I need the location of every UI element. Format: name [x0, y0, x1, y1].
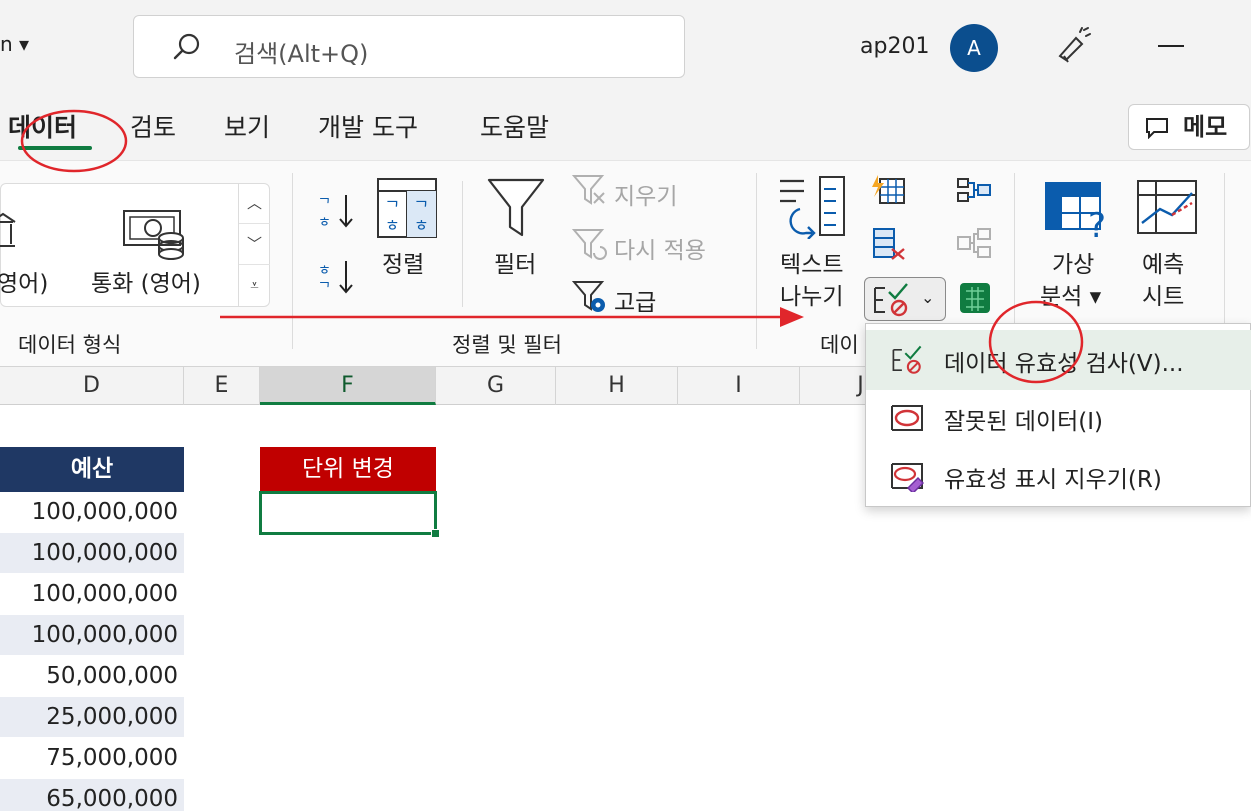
table-row[interactable]: 25,000,000: [0, 697, 184, 738]
table-row[interactable]: 100,000,000: [0, 615, 184, 656]
clear-filter-label: 지우기: [614, 184, 678, 210]
avatar[interactable]: A: [950, 24, 998, 72]
gallery-down-icon[interactable]: ﹀: [239, 224, 270, 265]
data-types-gallery[interactable]: 영어) 통화 (영어): [0, 183, 270, 307]
comment-icon: [1146, 118, 1168, 139]
data-model-icon[interactable]: [958, 279, 992, 315]
title-bar: n ▾ 검색(Alt+Q) ap201 A: [0, 0, 1251, 96]
text-to-columns-label-line2[interactable]: 나누기: [780, 277, 843, 311]
unit-change-header-cell[interactable]: 단위 변경: [260, 447, 436, 491]
table-row[interactable]: 65,000,000: [0, 779, 184, 811]
table-row[interactable]: 100,000,000: [0, 492, 184, 533]
group-label-data-tools: 데이: [820, 333, 859, 357]
consolidate-icon[interactable]: [956, 175, 992, 205]
what-if-label-line1[interactable]: 가상: [1052, 245, 1094, 279]
forecast-sheet-label-line2[interactable]: 시트: [1142, 277, 1184, 311]
column-header-f[interactable]: F: [260, 367, 436, 405]
sort-ascending-icon[interactable]: ᄀ ㅎ: [316, 191, 356, 231]
custom-sort-icon[interactable]: ᄀ ㅎ ᄀ ㅎ: [376, 177, 438, 239]
user-name[interactable]: ap201: [860, 34, 929, 59]
separator: [462, 181, 463, 307]
svg-text:ㅎ: ㅎ: [385, 216, 400, 235]
remove-duplicates-icon[interactable]: [870, 225, 906, 261]
active-tab-indicator: [18, 146, 92, 150]
column-header-i[interactable]: I: [678, 367, 800, 405]
clear-circles-icon: [891, 463, 924, 492]
circle-invalid-icon: [891, 405, 923, 431]
sort-descending-icon[interactable]: ㅎ ᄀ: [316, 257, 356, 297]
table-row[interactable]: 50,000,000: [0, 656, 184, 697]
svg-text:ᄀ: ᄀ: [385, 198, 400, 217]
column-header-d[interactable]: D: [0, 367, 184, 405]
text-to-columns-label-line1[interactable]: 텍스트: [780, 245, 843, 279]
advanced-filter-label[interactable]: 고급: [614, 283, 656, 317]
svg-text:ᄀ: ᄀ: [414, 198, 429, 217]
tab-data[interactable]: 데이터: [8, 108, 77, 144]
budget-header-cell[interactable]: 예산: [0, 447, 184, 492]
reapply-filter-icon: [572, 229, 607, 260]
table-row[interactable]: 75,000,000: [0, 738, 184, 779]
svg-text:ᄀ: ᄀ: [318, 197, 331, 213]
gallery-more-icon[interactable]: ⩡: [239, 265, 270, 306]
menu-item-clear-validation-circles[interactable]: 유효성 표시 지우기(R): [866, 446, 1251, 506]
forecast-sheet-icon[interactable]: [1136, 179, 1198, 237]
data-validation-icon: [874, 283, 908, 317]
menu-item-label: 유효성 표시 지우기(R): [944, 467, 1162, 493]
svg-text:?: ?: [1088, 206, 1106, 241]
reapply-filter-label: 다시 적용: [614, 238, 706, 264]
table-row[interactable]: 100,000,000: [0, 533, 184, 574]
table-row[interactable]: 100,000,000: [0, 574, 184, 615]
active-cell[interactable]: [259, 491, 440, 538]
gallery-scrollbar[interactable]: ︿ ﹀ ⩡: [238, 183, 270, 307]
data-type-partial-label: 영어): [0, 271, 49, 297]
what-if-label-line2[interactable]: 분석 ▾: [1040, 277, 1101, 311]
clear-filter-icon: [572, 175, 605, 205]
advanced-filter-icon[interactable]: [572, 279, 608, 315]
tab-help[interactable]: 도움말: [480, 108, 549, 144]
gallery-up-icon[interactable]: ︿: [239, 183, 270, 224]
ribbon-tabs: 데이터 검토 보기 개발 도구 도움말: [0, 96, 1251, 160]
menu-item-data-validation[interactable]: 데이터 유효성 검사(V)...: [866, 330, 1251, 390]
what-if-analysis-icon[interactable]: ?: [1044, 181, 1112, 241]
feedback-megaphone-icon[interactable]: [1052, 26, 1092, 66]
column-header-g[interactable]: G: [436, 367, 556, 405]
account-dropdown[interactable]: n ▾: [0, 32, 29, 56]
column-header-e[interactable]: E: [184, 367, 260, 405]
text-to-columns-icon[interactable]: [778, 175, 848, 239]
forecast-sheet-label-line1[interactable]: 예측: [1142, 245, 1184, 279]
menu-item-label: 잘못된 데이터(I): [944, 409, 1104, 435]
svg-text:ㅎ: ㅎ: [414, 216, 429, 235]
group-label-sort-filter: 정렬 및 필터: [452, 333, 562, 357]
group-label-data-types: 데이터 형식: [18, 333, 122, 357]
svg-text:ᄀ: ᄀ: [318, 281, 331, 297]
flash-fill-icon[interactable]: [870, 173, 906, 207]
stocks-icon: [0, 212, 16, 247]
filter-funnel-icon[interactable]: [486, 177, 546, 241]
sort-button-label[interactable]: 정렬: [382, 245, 424, 279]
currency-icon: [123, 210, 184, 260]
memo-button[interactable]: 메모: [1128, 104, 1250, 150]
search-icon: [173, 33, 200, 60]
minimize-button[interactable]: [1158, 45, 1184, 47]
search-box[interactable]: 검색(Alt+Q): [133, 15, 685, 78]
data-type-currency-label: 통화 (영어): [91, 271, 201, 297]
group-separator: [292, 173, 293, 349]
data-validation-menu: 데이터 유효성 검사(V)... 잘못된 데이터(I) 유효성 표시 지우기(R…: [865, 323, 1251, 507]
menu-item-circle-invalid-data[interactable]: 잘못된 데이터(I): [866, 388, 1251, 448]
relationships-icon: [957, 228, 991, 258]
group-separator: [756, 173, 757, 349]
data-validation-icon: [892, 345, 922, 374]
tab-review[interactable]: 검토: [130, 108, 176, 144]
tab-view[interactable]: 보기: [224, 108, 270, 144]
dropdown-chevron-icon: ⌄: [921, 288, 935, 307]
tab-developer[interactable]: 개발 도구: [318, 108, 418, 144]
memo-label: 메모: [1183, 113, 1228, 141]
search-placeholder: 검색(Alt+Q): [234, 40, 369, 68]
svg-text:ㅎ: ㅎ: [318, 263, 331, 279]
data-validation-split-button[interactable]: ⌄: [864, 277, 946, 321]
menu-item-label: 데이터 유효성 검사(V)...: [944, 351, 1184, 377]
column-header-h[interactable]: H: [556, 367, 678, 405]
svg-text:ㅎ: ㅎ: [318, 215, 331, 231]
filter-button-label[interactable]: 필터: [494, 245, 536, 279]
